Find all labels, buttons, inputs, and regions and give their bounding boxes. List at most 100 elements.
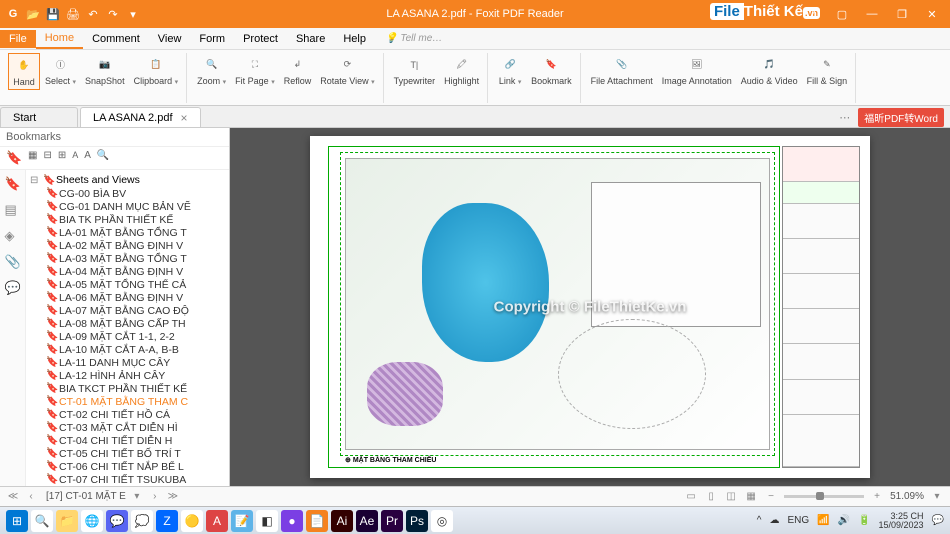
tab-close-icon[interactable]: ×: [181, 111, 188, 125]
taskbar-chrome[interactable]: 🟡: [181, 510, 203, 532]
zoom-slider[interactable]: [784, 495, 864, 498]
bookmark-item[interactable]: 🔖LA-08 MẶT BẰNG CẤP TH: [30, 317, 225, 330]
zoom-dropdown-icon[interactable]: ▾: [930, 491, 944, 502]
collapse-toggle-icon[interactable]: ⊟: [30, 175, 40, 186]
first-page-button[interactable]: ≪: [6, 491, 20, 502]
strip-bookmarks-icon[interactable]: 🔖: [5, 176, 21, 192]
bookmark-item[interactable]: 🔖LA-09 MẶT CẮT 1-1, 2-2: [30, 330, 225, 343]
menu-file[interactable]: File: [0, 30, 36, 48]
qat-more-icon[interactable]: ▾: [126, 7, 140, 21]
fillsign-button[interactable]: ✎Fill & Sign: [803, 53, 852, 88]
taskbar-wechat[interactable]: 💭: [131, 510, 153, 532]
rotate-button[interactable]: ⟳Rotate View ▾: [316, 53, 378, 88]
bookmark-item[interactable]: 🔖CT-02 CHI TIẾT HỒ CÁ: [30, 408, 225, 421]
bookmark-item[interactable]: 🔖LA-01 MẶT BẰNG TỔNG T: [30, 226, 225, 239]
tab-document[interactable]: LA ASANA 2.pdf ×: [80, 107, 201, 127]
reflow-button[interactable]: ↲Reflow: [280, 53, 316, 88]
open-icon[interactable]: 📂: [26, 7, 40, 21]
strip-attachments-icon[interactable]: 📎: [5, 254, 21, 270]
ribbon-collapse-icon[interactable]: ▢: [828, 4, 856, 24]
bookmark-item[interactable]: 🔖LA-10 MẶT CẮT A-A, B-B: [30, 343, 225, 356]
last-page-button[interactable]: ≫: [166, 491, 180, 502]
prev-page-button[interactable]: ‹: [24, 491, 38, 502]
bookmark-item[interactable]: 🔖LA-11 DANH MỤC CÂY: [30, 356, 225, 369]
view-mode-2-icon[interactable]: ▯: [704, 491, 718, 502]
save-icon[interactable]: 💾: [46, 7, 60, 21]
hand-button[interactable]: ✋Hand: [8, 53, 40, 90]
taskbar-ai[interactable]: Ai: [331, 510, 353, 532]
tab-start[interactable]: Start: [0, 107, 78, 127]
bookmark-item[interactable]: 🔖CT-01 MẶT BẰNG THAM C: [30, 395, 225, 408]
help-icon[interactable]: ?: [798, 4, 826, 24]
text-larger-icon[interactable]: A: [84, 150, 91, 166]
highlight-button[interactable]: 🖍Highlight: [440, 53, 483, 88]
tray-battery-icon[interactable]: 🔋: [858, 515, 870, 526]
strip-comments-icon[interactable]: 💬: [5, 280, 21, 296]
bookmark-item[interactable]: 🔖LA-07 MẶT BẰNG CAO ĐỘ: [30, 304, 225, 317]
text-smaller-icon[interactable]: A: [72, 150, 78, 166]
bookmark-item[interactable]: 🔖LA-05 MẶT TỔNG THỂ CẢ: [30, 278, 225, 291]
taskbar-edge[interactable]: 🌐: [81, 510, 103, 532]
audio-button[interactable]: 🎵Audio & Video: [737, 53, 802, 88]
taskbar-ps[interactable]: Ps: [406, 510, 428, 532]
page-dropdown-icon[interactable]: ▾: [130, 491, 144, 502]
bookmark-tab-icon[interactable]: 🔖: [6, 150, 22, 166]
close-button[interactable]: ✕: [918, 4, 946, 24]
fitpage-button[interactable]: ⛶Fit Page ▾: [231, 53, 279, 88]
menu-comment[interactable]: Comment: [83, 30, 149, 48]
zoom-out-button[interactable]: −: [764, 491, 778, 502]
tray-onedrive-icon[interactable]: ☁: [769, 515, 779, 526]
taskbar-foxit[interactable]: 📄: [306, 510, 328, 532]
taskbar-ae[interactable]: Ae: [356, 510, 378, 532]
expand-icon[interactable]: ⊟: [43, 150, 51, 166]
taskbar-start[interactable]: ⊞: [6, 510, 28, 532]
print-icon[interactable]: 🖨: [66, 7, 80, 21]
strip-layers-icon[interactable]: ◈: [5, 228, 21, 244]
bookmark-item[interactable]: 🔖CT-05 CHI TIẾT BỐ TRÍ T: [30, 447, 225, 460]
tray-chevron-icon[interactable]: ^: [757, 515, 762, 526]
tray-wifi-icon[interactable]: 📶: [817, 515, 829, 526]
menu-form[interactable]: Form: [190, 30, 234, 48]
menu-home[interactable]: Home: [36, 29, 83, 49]
bookmark-item[interactable]: 🔖BIA TK PHẦN THIẾT KẾ: [30, 213, 225, 226]
bookmark-item[interactable]: 🔖CT-06 CHI TIẾT NẮP BỂ L: [30, 460, 225, 473]
taskbar-explorer[interactable]: 📁: [56, 510, 78, 532]
taskbar-zalo[interactable]: Z: [156, 510, 178, 532]
menu-protect[interactable]: Protect: [234, 30, 287, 48]
imgann-button[interactable]: 🖼Image Annotation: [658, 53, 736, 88]
view-mode-4-icon[interactable]: ▦: [744, 491, 758, 502]
bookmark-item[interactable]: 🔖LA-02 MẶT BẰNG ĐỊNH V: [30, 239, 225, 252]
view-mode-1-icon[interactable]: ▭: [684, 491, 698, 502]
taskbar-search[interactable]: 🔍: [31, 510, 53, 532]
bookmark-item[interactable]: 🔖CT-03 MẶT CẮT DIỄN HÌ: [30, 421, 225, 434]
clipboard-button[interactable]: 📋Clipboard ▾: [130, 53, 183, 88]
undo-icon[interactable]: ↶: [86, 7, 100, 21]
zoom-button[interactable]: 🔍Zoom ▾: [193, 53, 230, 88]
bookmark-item[interactable]: 🔖LA-12 HÌNH ẢNH CÂY: [30, 369, 225, 382]
tree-root[interactable]: ⊟ 🔖 Sheets and Views: [30, 173, 225, 187]
view-mode-3-icon[interactable]: ◫: [724, 491, 738, 502]
tell-me-search[interactable]: 💡 Tell me…: [385, 33, 442, 44]
menu-help[interactable]: Help: [334, 30, 375, 48]
zoom-in-button[interactable]: +: [870, 491, 884, 502]
bookmark-item[interactable]: 🔖LA-06 MẶT BẰNG ĐỊNH V: [30, 291, 225, 304]
taskbar-app2[interactable]: ◧: [256, 510, 278, 532]
zoom-level[interactable]: 51.09%: [890, 491, 924, 502]
tray-clock[interactable]: 3:25 CH 15/09/2023: [879, 512, 924, 530]
find-icon[interactable]: 🔍: [97, 150, 109, 166]
bookmark-item[interactable]: 🔖CG-01 DANH MỤC BẢN VẼ: [30, 200, 225, 213]
tray-volume-icon[interactable]: 🔊: [838, 515, 850, 526]
typewriter-button[interactable]: T|Typewriter: [390, 53, 440, 88]
link-button[interactable]: 🔗Link ▾: [494, 53, 526, 88]
next-page-button[interactable]: ›: [148, 491, 162, 502]
select-button[interactable]: ⒾSelect ▾: [41, 53, 80, 88]
bookmark-item[interactable]: 🔖LA-04 MẶT BẰNG ĐỊNH V: [30, 265, 225, 278]
fileatt-button[interactable]: 📎File Attachment: [587, 53, 657, 88]
bookmark-button[interactable]: 🔖Bookmark: [527, 53, 576, 88]
bookmark-item[interactable]: 🔖LA-03 MẶT BẰNG TỔNG T: [30, 252, 225, 265]
bookmark-item[interactable]: 🔖CT-04 CHI TIẾT DIỄN H: [30, 434, 225, 447]
maximize-button[interactable]: ❐: [888, 4, 916, 24]
snapshot-button[interactable]: 📷SnapShot: [81, 53, 129, 88]
promo-tag[interactable]: 福昕PDF转Word: [858, 108, 944, 127]
pdf-viewer[interactable]: ⊕ MẶT BẰNG THAM CHIẾU Copyright © FileTh…: [230, 128, 950, 486]
